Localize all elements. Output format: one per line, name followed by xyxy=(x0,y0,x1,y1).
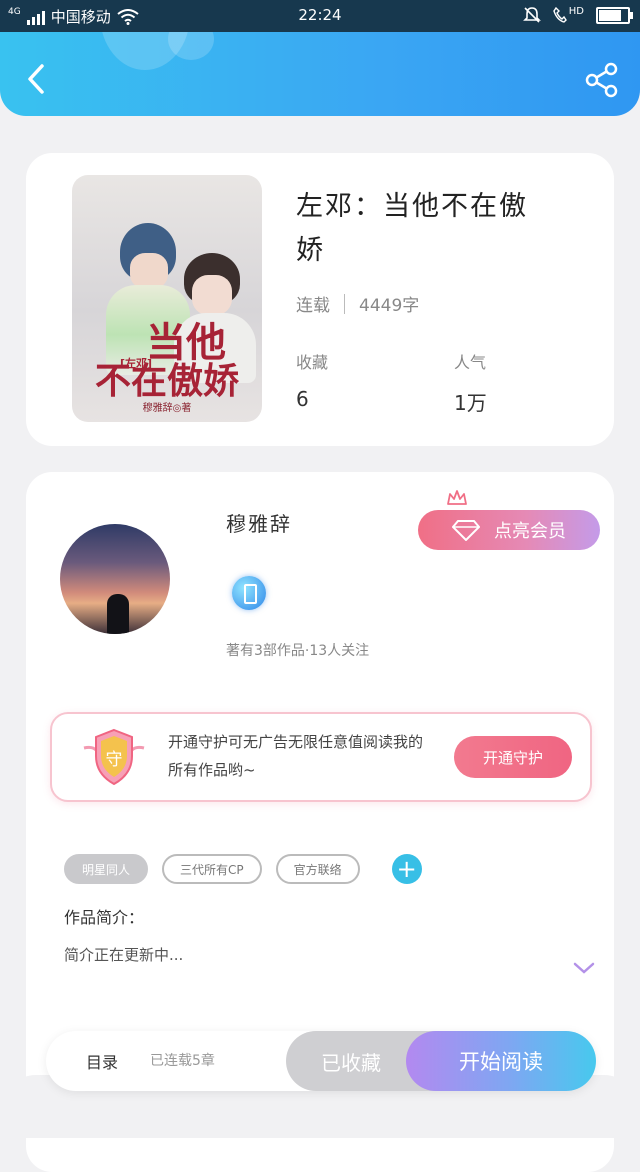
favorites-label: 收藏 xyxy=(296,353,329,372)
phone-icon xyxy=(552,7,567,23)
bell-muted-icon xyxy=(522,7,541,23)
cover-title: 当他 不在傲娇 xyxy=(94,319,239,402)
diamond-icon xyxy=(452,520,480,541)
intro-text: 简介正在更新中... xyxy=(64,946,184,964)
cover-author: 穆雅辞◎著 xyxy=(142,403,192,414)
battery-icon xyxy=(596,6,633,24)
tag-item[interactable]: 三代所有CP xyxy=(162,854,262,884)
start-reading-button[interactable]: 开始阅读 xyxy=(406,1031,596,1091)
tag-list: 明星同人 三代所有CP 官方联络 + xyxy=(64,854,422,884)
guard-shield-icon: 守 xyxy=(83,728,145,786)
divider xyxy=(344,293,345,314)
book-title: 左邓：当他不在傲娇 xyxy=(296,191,528,266)
author-avatar[interactable] xyxy=(60,524,170,634)
favorites-stat: 收藏 6 xyxy=(296,349,328,411)
tag-item[interactable]: 官方联络 xyxy=(275,854,360,884)
crown-icon xyxy=(447,490,467,505)
guard-description: 开通守护可无广告无限任意值阅读我的所有作品哟~ xyxy=(168,733,424,779)
intro-label: 作品简介： xyxy=(64,908,145,927)
svg-text:守: 守 xyxy=(106,750,123,770)
popularity-label: 人气 xyxy=(454,353,487,372)
add-tag-button[interactable]: + xyxy=(391,854,422,884)
word-count: 4449字 xyxy=(359,296,420,316)
author-stats: 著有3部作品·13人关注 xyxy=(226,643,370,659)
vip-button-label: 点亮会员 xyxy=(494,521,566,542)
activate-guard-button[interactable]: 开通守护 xyxy=(454,736,572,778)
popularity-stat: 人气 1万 xyxy=(454,349,487,416)
header-bar: 4G 中国移动 22:24 HD xyxy=(0,0,640,116)
back-button[interactable] xyxy=(20,62,54,96)
book-info-card: [左邓] 当他 不在傲娇 穆雅辞◎著 左邓：当他不在傲娇 连载 4449字 收藏… xyxy=(26,153,614,446)
expand-chevron-icon[interactable] xyxy=(572,960,596,976)
favorites-value: 6 xyxy=(296,387,309,411)
chapter-count: 已连载5章 xyxy=(150,1053,215,1069)
tag-item[interactable]: 明星同人 xyxy=(64,854,149,884)
share-button[interactable] xyxy=(584,62,620,98)
popularity-value: 1万 xyxy=(454,391,487,415)
hd-label: HD xyxy=(568,5,584,17)
author-name: 穆雅辞 xyxy=(226,512,292,536)
book-cover[interactable]: [左邓] 当他 不在傲娇 穆雅辞◎著 xyxy=(72,175,262,422)
serial-status: 连载 xyxy=(296,296,330,316)
vip-level-icon xyxy=(232,576,266,610)
activate-vip-button[interactable]: 点亮会员 xyxy=(418,510,600,550)
book-meta: 连载 4449字 xyxy=(296,291,419,316)
table-of-contents-button[interactable]: 目录 xyxy=(86,1049,118,1073)
bottom-action-bar: 目录 已连载5章 已收藏 开始阅读 xyxy=(46,1031,596,1091)
status-bar: 4G 中国移动 22:24 HD xyxy=(0,0,640,32)
guard-banner: 守 开通守护可无广告无限任意值阅读我的所有作品哟~ 开通守护 xyxy=(50,712,592,802)
